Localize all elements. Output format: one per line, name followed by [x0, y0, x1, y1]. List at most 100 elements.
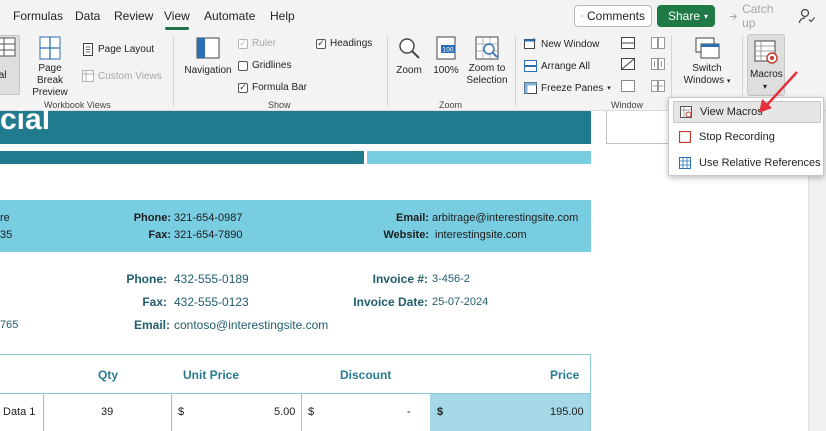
- normal-view-label: rmal: [0, 70, 7, 81]
- group-separator: [387, 36, 388, 106]
- view-side-by-side-icon[interactable]: [651, 37, 665, 49]
- client-phone-value: 432-555-0189: [174, 272, 249, 286]
- company-info-band: re 35 Phone: 321-654-0987 Fax: 321-654-7…: [0, 200, 591, 252]
- table-top-border: [0, 354, 591, 355]
- window-group-label: Window: [611, 100, 644, 110]
- header-price: Price: [550, 368, 580, 382]
- reset-window-position-icon[interactable]: [651, 80, 665, 92]
- unhide-window-icon[interactable]: [621, 80, 635, 92]
- chevron-down-icon: ▾: [726, 78, 731, 85]
- menu-item-use-relative-references[interactable]: Use Relative References: [673, 152, 821, 174]
- comment-icon: [581, 15, 583, 17]
- headings-checkbox[interactable]: ✓ Headings: [316, 38, 372, 49]
- company-address-fragment-1: re: [0, 212, 10, 224]
- zoom-to-selection-button[interactable]: Zoom to Selection: [465, 35, 509, 87]
- arrange-all-icon: [524, 60, 537, 72]
- zoom-100-label: 100%: [433, 65, 459, 76]
- zoom-selection-icon: [475, 36, 499, 60]
- zoom-selection-label-2: Selection: [466, 75, 508, 86]
- person-settings-icon[interactable]: [798, 7, 816, 25]
- navigation-pane-icon: [196, 37, 220, 59]
- zoom-label: Zoom: [396, 65, 422, 76]
- item-name-cell[interactable]: Data 1: [3, 406, 35, 418]
- company-phone-label: Phone:: [133, 212, 171, 224]
- switch-windows-button[interactable]: Switch Windows ▾: [678, 35, 736, 88]
- tab-automate[interactable]: Automate: [204, 9, 255, 23]
- new-window-icon: [524, 38, 536, 49]
- macros-dropdown-menu: View Macros Stop Recording Use Relative …: [668, 97, 824, 176]
- ruler-checkbox[interactable]: ✓ Ruler: [238, 38, 276, 49]
- unit-price-cell[interactable]: 5.00: [274, 406, 295, 418]
- tab-formulas[interactable]: Formulas: [13, 9, 63, 23]
- arrange-all-label: Arrange All: [541, 60, 590, 72]
- group-separator: [173, 36, 174, 106]
- macros-button[interactable]: Macros ▾: [747, 34, 785, 96]
- page-break-preview-icon: [39, 36, 61, 60]
- price-value[interactable]: 195.00: [550, 406, 584, 418]
- freeze-panes-label: Freeze Panes: [541, 82, 604, 94]
- hide-window-icon[interactable]: [621, 58, 635, 70]
- share-button[interactable]: Share ▾: [657, 5, 715, 27]
- page-layout-button[interactable]: Page Layout: [82, 43, 154, 56]
- gridlines-checkbox[interactable]: Gridlines: [238, 60, 291, 71]
- company-website-label: Website:: [383, 229, 429, 241]
- company-address-fragment-2: 35: [0, 229, 13, 241]
- invoice-date-value: 25-07-2024: [432, 296, 489, 308]
- tab-view[interactable]: View: [164, 9, 190, 23]
- comments-button[interactable]: Comments: [574, 5, 652, 27]
- group-separator: [671, 36, 672, 106]
- company-phone-value: 321-654-0987: [174, 212, 243, 224]
- qty-cell[interactable]: 39: [101, 406, 113, 418]
- svg-text:100: 100: [442, 47, 454, 54]
- tab-help[interactable]: Help: [270, 9, 295, 23]
- comments-label: Comments: [586, 9, 645, 23]
- zoom-button[interactable]: Zoom: [393, 35, 425, 77]
- header-unit-price: Unit Price: [183, 368, 240, 382]
- menu-item-stop-recording[interactable]: Stop Recording: [673, 126, 821, 148]
- new-window-button[interactable]: New Window: [524, 38, 599, 50]
- arrange-all-button[interactable]: Arrange All: [524, 60, 590, 72]
- page-break-preview-button[interactable]: Page Break Preview: [25, 35, 75, 99]
- freeze-panes-icon: [524, 82, 537, 94]
- workbook-views-group-label: Workbook Views: [44, 100, 111, 110]
- invoice-number-label: Invoice #:: [372, 272, 428, 286]
- active-tab-indicator: [165, 27, 189, 30]
- relative-references-label: Use Relative References: [699, 157, 821, 169]
- split-icon[interactable]: [621, 37, 635, 49]
- navigation-button[interactable]: Navigation: [182, 35, 234, 77]
- normal-view-button[interactable]: rmal: [0, 35, 20, 95]
- catch-up-button[interactable]: Catch up: [722, 2, 792, 30]
- chevron-down-icon: ▾: [607, 85, 611, 92]
- client-fax-label: Fax:: [142, 295, 167, 309]
- accent-bar-dark: [0, 151, 364, 164]
- tab-review[interactable]: Review: [114, 9, 153, 23]
- macros-icon: [754, 40, 778, 64]
- switch-windows-label-1: Switch: [692, 63, 722, 74]
- zoom-group-label: Zoom: [439, 100, 463, 110]
- formula-bar-checkbox[interactable]: ✓ Formula Bar: [238, 82, 307, 93]
- price-currency: $: [437, 406, 444, 418]
- stop-recording-icon: [679, 131, 691, 143]
- zoom-selection-label-1: Zoom to: [468, 63, 506, 74]
- invoice-title: cial: [0, 103, 51, 136]
- header-discount: Discount: [340, 368, 392, 382]
- custom-views-label: Custom Views: [98, 70, 162, 82]
- client-fax-value: 432-555-0123: [174, 295, 249, 309]
- page-break-label-2: Preview: [32, 87, 68, 98]
- catch-up-label: Catch up: [742, 2, 774, 30]
- group-separator: [742, 36, 743, 106]
- tab-data[interactable]: Data: [75, 9, 100, 23]
- gridlines-label: Gridlines: [252, 60, 292, 71]
- discount-cell[interactable]: -: [407, 406, 411, 418]
- client-address-fragment: 765: [0, 319, 19, 331]
- zoom-100-button[interactable]: 100 100%: [430, 35, 462, 77]
- invoice-date-label: Invoice Date:: [353, 295, 428, 309]
- group-separator: [515, 36, 516, 106]
- menu-item-view-macros[interactable]: View Macros: [673, 101, 821, 123]
- table-right-border: [590, 354, 591, 431]
- accent-bar-light: [367, 151, 591, 164]
- synchronous-scrolling-icon[interactable]: [651, 58, 665, 70]
- title-banner: cial: [0, 103, 591, 144]
- custom-views-button[interactable]: Custom Views: [82, 70, 162, 82]
- freeze-panes-button[interactable]: Freeze Panes ▾: [524, 82, 611, 94]
